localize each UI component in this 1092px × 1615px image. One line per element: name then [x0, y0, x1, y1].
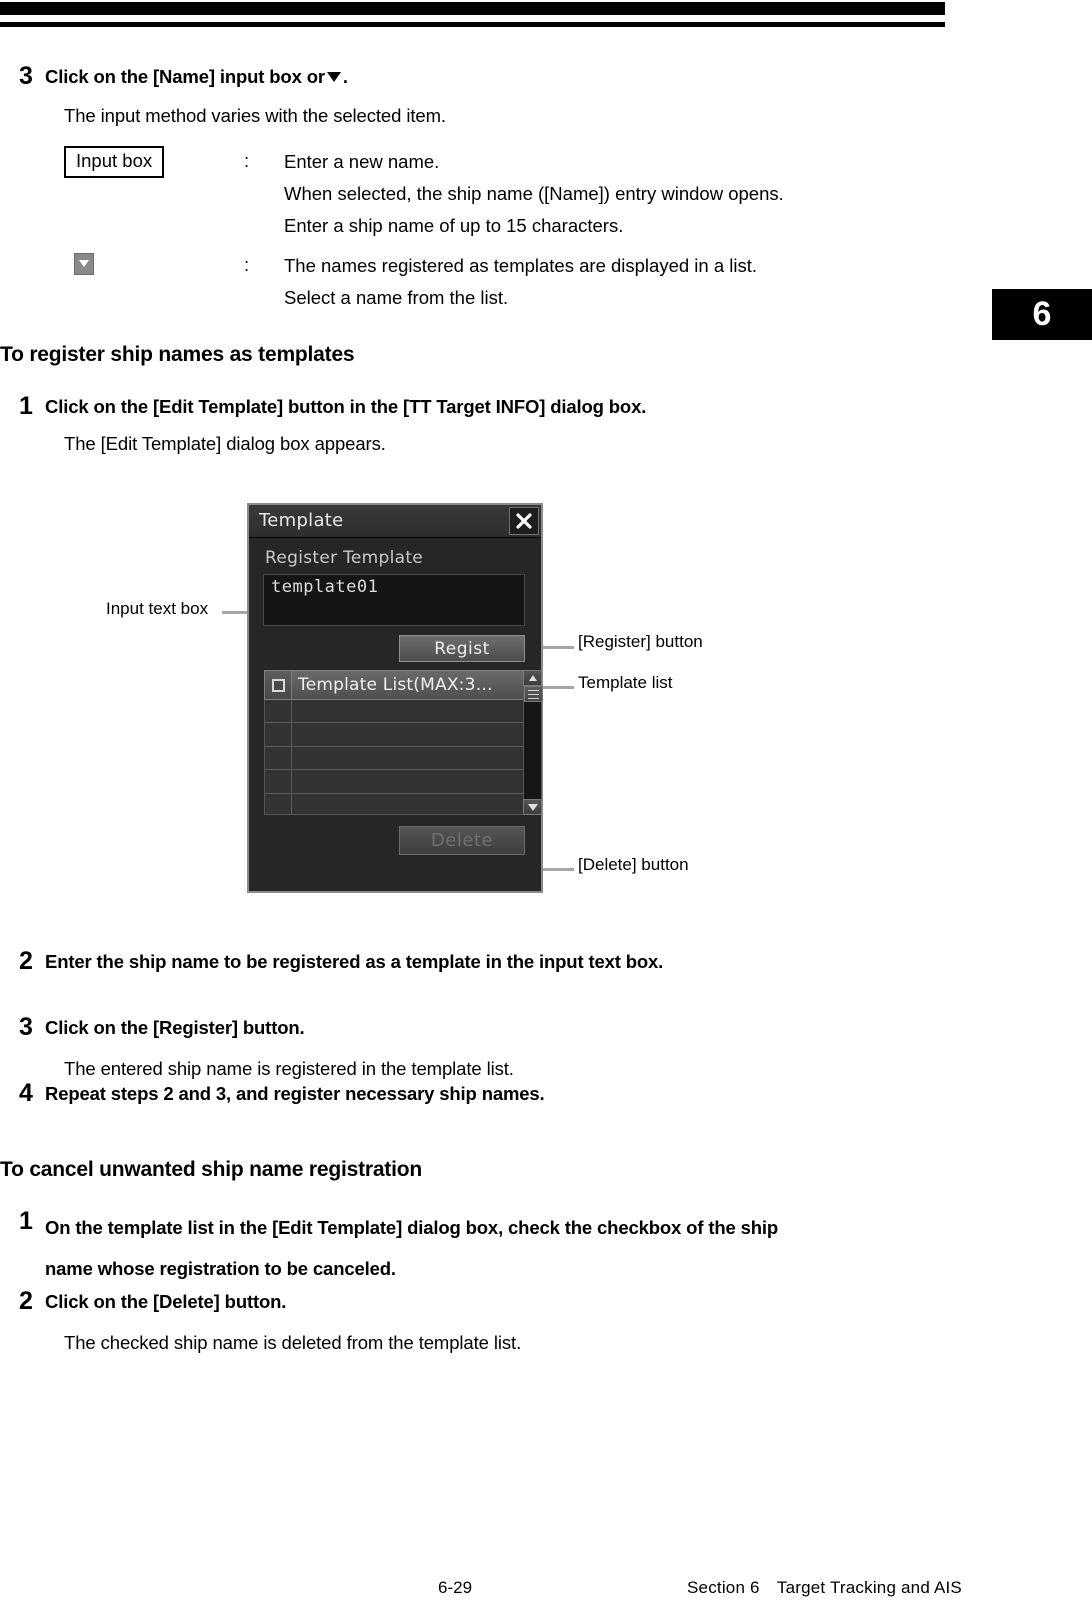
table-row[interactable]	[265, 700, 524, 724]
cancel-step-1: 1 On the template list in the [Edit Temp…	[0, 1207, 778, 1289]
page-content: 3 Click on the [Name] input box or. The …	[0, 0, 945, 1615]
step-number: 3	[19, 62, 33, 90]
section-heading-cancel: To cancel unwanted ship name registratio…	[0, 1158, 422, 1181]
step-3-subtitle: The input method varies with the selecte…	[64, 105, 446, 126]
dialog-body: Register Template template01 Regist Temp…	[249, 538, 543, 891]
cancel-step-2-body: The checked ship name is deleted from th…	[64, 1332, 522, 1353]
section-heading-register: To register ship names as templates	[0, 343, 355, 366]
definition-description: Enter a new name. When selected, the shi…	[284, 146, 894, 242]
callout-register-button: [Register] button	[578, 632, 703, 651]
select-all-checkbox[interactable]	[264, 670, 292, 700]
input-method-definitions: Input box : Enter a new name. When selec…	[64, 146, 894, 314]
register-step-1: 1 Click on the [Edit Template] button in…	[0, 392, 646, 422]
step-number: 3	[19, 1013, 33, 1041]
register-step-4: 4 Repeat steps 2 and 3, and register nec…	[0, 1079, 545, 1109]
scrollbar-track[interactable]	[523, 686, 543, 799]
template-list-header: Template List(MAX:3…	[264, 670, 525, 700]
figure-edit-template-dialog: Input text box [Register] button Templat…	[0, 495, 945, 915]
definition-line: Select a name from the list.	[284, 287, 509, 308]
cancel-step-2: 2 Click on the [Delete] button.	[0, 1287, 286, 1317]
register-template-label: Register Template	[265, 548, 424, 568]
footer-page-number: 6-29	[438, 1578, 473, 1597]
definition-row-input-box: Input box : Enter a new name. When selec…	[64, 146, 894, 242]
chapter-tab: 6	[992, 289, 1092, 340]
table-row[interactable]	[265, 723, 524, 747]
step-title: Enter the ship name to be registered as …	[45, 951, 664, 972]
row-checkbox-cell[interactable]	[265, 723, 292, 746]
scrollbar-thumb[interactable]	[524, 686, 543, 702]
row-checkbox-cell[interactable]	[265, 770, 292, 793]
definition-row-dropdown: : The names registered as templates are …	[64, 250, 894, 314]
step-title-text: Click on the [Name] input box or	[45, 66, 325, 87]
row-name-cell[interactable]	[292, 700, 524, 722]
definition-term: Input box	[64, 146, 244, 178]
scroll-up-icon[interactable]	[523, 670, 542, 686]
step-number: 4	[19, 1079, 33, 1107]
row-checkbox-cell[interactable]	[265, 700, 292, 723]
table-row[interactable]	[265, 793, 524, 814]
step-number: 1	[19, 1207, 33, 1235]
definition-line: Enter a new name.	[284, 151, 440, 172]
dropdown-arrow-icon	[74, 253, 94, 275]
step-number: 2	[19, 1287, 33, 1315]
template-list-scrollbar[interactable]	[523, 670, 543, 815]
template-dialog: Template Register Template template01 Re…	[247, 503, 543, 893]
row-name-cell[interactable]	[292, 770, 524, 792]
table-row[interactable]	[265, 770, 524, 794]
callout-input-text-box: Input text box	[106, 599, 209, 618]
row-checkbox-cell[interactable]	[265, 746, 292, 770]
step-title-line-1: On the template list in the [Edit Templa…	[45, 1217, 779, 1238]
register-step-3: 3 Click on the [Register] button.	[0, 1013, 305, 1043]
callout-delete-button: [Delete] button	[578, 855, 689, 874]
step-title: On the template list in the [Edit Templa…	[45, 1207, 778, 1289]
template-list-header-label: Template List(MAX:3…	[292, 670, 525, 700]
definition-line: Enter a ship name of up to 15 characters…	[284, 215, 624, 236]
close-icon[interactable]	[509, 507, 539, 535]
row-checkbox-cell[interactable]	[265, 793, 292, 814]
definition-colon: :	[244, 150, 250, 171]
triangle-down-icon	[326, 72, 341, 82]
dialog-title-bar: Template	[249, 505, 541, 538]
template-name-input[interactable]: template01	[263, 574, 525, 626]
definition-colon: :	[244, 254, 250, 275]
step-title-suffix: .	[342, 66, 348, 87]
dialog-title: Template	[259, 510, 344, 531]
definition-description: The names registered as templates are di…	[284, 250, 894, 314]
definition-line: The names registered as templates are di…	[284, 255, 758, 276]
template-list-rows[interactable]	[264, 700, 525, 815]
definition-line: When selected, the ship name ([Name]) en…	[284, 183, 784, 204]
step-title: Click on the [Delete] button.	[45, 1291, 287, 1312]
definition-term	[64, 250, 244, 275]
step-title: Click on the [Register] button.	[45, 1017, 305, 1038]
delete-button[interactable]: Delete	[399, 826, 525, 855]
step-number: 1	[19, 392, 33, 420]
register-step-1-body: The [Edit Template] dialog box appears.	[64, 433, 386, 454]
step-title: Repeat steps 2 and 3, and register neces…	[45, 1083, 545, 1104]
regist-button[interactable]: Regist	[399, 635, 525, 662]
row-name-cell[interactable]	[292, 794, 524, 814]
callout-template-list: Template list	[578, 673, 673, 692]
step-title: Click on the [Edit Template] button in t…	[45, 396, 647, 417]
step-number: 2	[19, 947, 33, 975]
step-title: Click on the [Name] input box or.	[45, 62, 348, 92]
register-step-2: 2 Enter the ship name to be registered a…	[0, 947, 663, 977]
input-box-label: Input box	[64, 146, 165, 178]
checkbox-icon	[271, 678, 285, 692]
footer-section-label: Section 6 Target Tracking and AIS	[687, 1578, 962, 1597]
row-name-cell[interactable]	[292, 723, 524, 745]
table-row[interactable]	[265, 746, 524, 771]
row-name-cell[interactable]	[292, 747, 524, 769]
template-name-input-value: template01	[271, 577, 379, 597]
step-title-line-2: name whose registration to be canceled.	[45, 1258, 396, 1279]
scroll-down-icon[interactable]	[523, 799, 542, 815]
template-list: Template List(MAX:3…	[264, 670, 543, 815]
step-3-heading: 3 Click on the [Name] input box or.	[0, 62, 348, 92]
